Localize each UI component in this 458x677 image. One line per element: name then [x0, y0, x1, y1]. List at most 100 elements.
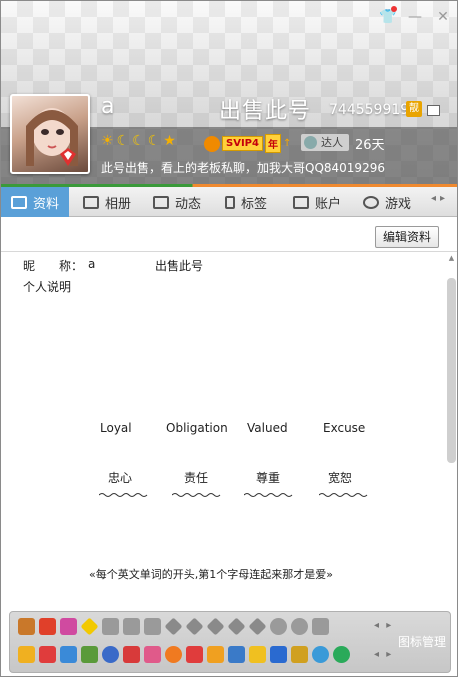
nickname-label: 昵 称： [23, 259, 84, 273]
avatar[interactable] [10, 94, 90, 174]
tab-games[interactable]: 游戏 [353, 187, 429, 217]
tab-account[interactable]: 账户 [283, 187, 353, 217]
pink-badge-icon[interactable] [144, 646, 161, 663]
moon-level-icon: ☾ [132, 133, 145, 149]
tab-label: 游戏 [385, 196, 412, 212]
blue-badge-icon[interactable] [270, 646, 287, 663]
list-icon [153, 195, 169, 209]
sun-level-icon: ☀ [101, 133, 114, 149]
moon-level-icon: ☾ [116, 133, 130, 149]
scrollbar-thumb[interactable] [447, 278, 456, 463]
english-word: Obligation [166, 421, 228, 435]
gold-badge-icon[interactable] [291, 646, 308, 663]
svip-label: SVIP4 [222, 136, 263, 151]
icon-row [18, 617, 329, 636]
green-round-icon[interactable] [333, 646, 350, 663]
chinese-word: 尊重 [256, 471, 281, 485]
tab-bar: 资料 相册 动态 标签 账户 游戏 ◂▸ [1, 184, 457, 217]
orange-round-icon[interactable] [165, 646, 182, 663]
profile-header: 👕 — ✕ a 出售此号 744559919 靓 ☀ ☾ ☾ ☾ ★ SVIP4… [1, 1, 457, 184]
wavy-underline [244, 493, 293, 497]
chinese-word: 宽恕 [328, 471, 353, 485]
music-badge-icon[interactable] [39, 618, 56, 635]
gray-diamond-icon[interactable] [164, 617, 183, 636]
nickname: a [101, 94, 115, 119]
tab-label: 资料 [33, 196, 60, 212]
star-badge-icon[interactable] [18, 646, 35, 663]
notification-dot [391, 6, 397, 12]
pet-badge-icon[interactable] [60, 618, 77, 635]
chinese-word: 忠心 [108, 471, 133, 485]
yellow-badge-icon[interactable] [249, 646, 266, 663]
level-icons[interactable]: ☀ ☾ ☾ ☾ ★ [101, 132, 176, 150]
gray-diamond-icon[interactable] [185, 617, 204, 636]
days-count: 26天 [355, 138, 385, 153]
tab-profile[interactable]: 资料 [1, 187, 69, 217]
icon-row [18, 646, 350, 663]
mail-icon[interactable] [427, 105, 440, 116]
icon-manage-button[interactable]: 图标管理 [398, 633, 446, 650]
qq-number: 744559919 [329, 102, 410, 118]
blue-badge-icon[interactable] [228, 646, 245, 663]
nickname-value-suffix: 出售此号 [155, 259, 204, 273]
moon-level-icon: ☾ [147, 133, 161, 149]
tab-album[interactable]: 相册 [73, 187, 143, 217]
blue-badge-icon[interactable] [60, 646, 77, 663]
edit-profile-button[interactable]: 编辑资料 [375, 226, 439, 248]
english-word: Excuse [323, 421, 366, 435]
pretty-number-icon[interactable]: 靓 [406, 101, 422, 117]
signature[interactable]: 此号出售，看上的老板私聊，加我大哥QQ84019296 [101, 159, 385, 176]
red-badge-icon[interactable] [39, 646, 56, 663]
profile-content: 编辑资料 昵 称： a 出售此号 个人说明 Loyal Obligation V… [1, 218, 457, 610]
divider [1, 251, 457, 252]
gray-badge-icon[interactable] [144, 618, 161, 635]
game-badge-icon[interactable] [18, 618, 35, 635]
tab-label: 动态 [175, 196, 202, 212]
nickname-value: a [88, 257, 96, 271]
scroll-up-arrow[interactable]: ▲ [447, 254, 456, 264]
year-label: 年 [264, 134, 281, 153]
wavy-underline [172, 493, 221, 497]
wavy-underline [319, 493, 368, 497]
tab-label: 账户 [315, 196, 342, 212]
nickname-suffix: 出售此号 [219, 99, 312, 124]
star-level-icon: ★ [163, 133, 176, 149]
tab-feed[interactable]: 动态 [143, 187, 215, 217]
gray-round-icon[interactable] [291, 618, 308, 635]
close-icon[interactable]: ✕ [435, 9, 451, 25]
bookmark-icon [225, 195, 235, 209]
avatar-image [26, 108, 78, 166]
red-badge-icon[interactable] [123, 646, 140, 663]
english-word: Loyal [100, 421, 132, 435]
up-arrow-icon: ↑ [282, 138, 292, 149]
id-card-icon [11, 195, 27, 209]
penguin-icon [204, 135, 220, 152]
blue-round-icon[interactable] [312, 646, 329, 663]
gold-diamond-icon[interactable] [80, 617, 99, 636]
photo-icon [83, 195, 99, 209]
svip-badge[interactable]: SVIP4 年 ↑ [204, 134, 291, 153]
bio-label: 个人说明 [23, 280, 72, 294]
gray-round-icon[interactable] [270, 618, 287, 635]
tab-scroll-arrows[interactable]: ◂▸ [431, 193, 449, 204]
yellow-badge-icon[interactable] [207, 646, 224, 663]
red-badge-icon[interactable] [186, 646, 203, 663]
gray-diamond-icon[interactable] [248, 617, 267, 636]
english-word: Valued [247, 421, 288, 435]
gray-diamond-icon[interactable] [206, 617, 225, 636]
tagline: «每个英文单词的开头,第1个字母连起来那才是爱» [89, 568, 333, 581]
minimize-icon[interactable]: — [407, 9, 423, 25]
icon-bar: ◂ ▸ ◂ ▸ 图标管理 [9, 611, 451, 673]
tab-label: 标签 [241, 196, 268, 212]
green-badge-icon[interactable] [81, 646, 98, 663]
tab-label: 相册 [105, 196, 132, 212]
gray-badge-icon[interactable] [312, 618, 329, 635]
blue-round-icon[interactable] [102, 646, 119, 663]
icon-row-arrows[interactable]: ◂ ▸ [374, 649, 393, 660]
nickname-row: 昵 称： a 出售此号 [23, 257, 203, 274]
gray-diamond-icon[interactable] [227, 617, 246, 636]
tab-tags[interactable]: 标签 [215, 187, 283, 217]
gray-badge-icon[interactable] [102, 618, 119, 635]
icon-row-arrows[interactable]: ◂ ▸ [374, 620, 393, 631]
gray-badge-icon[interactable] [123, 618, 140, 635]
